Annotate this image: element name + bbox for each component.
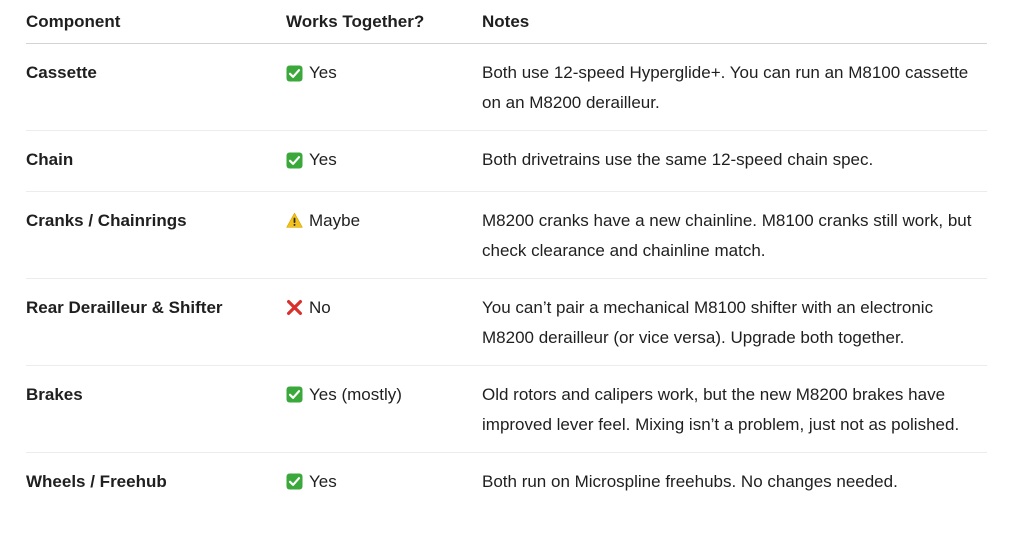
status-label: Yes (mostly) <box>309 384 402 404</box>
status: Yes (mostly) <box>286 380 402 410</box>
status: Yes <box>286 145 337 175</box>
header-row: Component Works Together? Notes <box>26 0 987 44</box>
table-row: Chain Yes Both drivetrains use the same … <box>26 130 987 192</box>
check-icon <box>286 152 303 169</box>
cross-icon <box>286 299 303 316</box>
status: No <box>286 293 331 323</box>
table-row: Rear Derailleur & Shifter No You can’t p… <box>26 278 987 366</box>
status: Yes <box>286 467 337 497</box>
notes-cell: Old rotors and calipers work, but the ne… <box>482 365 987 453</box>
header-works-together: Works Together? <box>286 0 482 44</box>
check-icon <box>286 386 303 403</box>
component-cell: Wheels / Freehub <box>26 471 167 491</box>
table-row: Cranks / Chainrings Maybe M8200 cranks h… <box>26 191 987 279</box>
table-row: Cassette Yes Both use 12-speed Hyperglid… <box>26 43 987 131</box>
table-header: Component Works Together? Notes <box>26 0 987 44</box>
notes-cell: Both use 12-speed Hyperglide+. You can r… <box>482 43 987 131</box>
status-cell: Yes <box>286 130 482 192</box>
component-cell: Cassette <box>26 43 286 131</box>
check-icon <box>286 473 303 490</box>
status-cell: Yes (mostly) <box>286 365 482 453</box>
component-cell: Rear Derailleur & Shifter <box>26 278 286 366</box>
status-cell: Yes <box>286 452 482 512</box>
component-cell: Brakes <box>26 365 286 453</box>
notes-cell: You can’t pair a mechanical M8100 shifte… <box>482 278 987 366</box>
status-cell: Maybe <box>286 191 482 279</box>
status-label: Yes <box>309 471 337 491</box>
component-cell: Cranks / Chainrings <box>26 191 286 279</box>
status-label: Yes <box>309 63 337 82</box>
status-cell: Yes <box>286 43 482 131</box>
status-label: Maybe <box>309 210 361 230</box>
notes-cell: Both drivetrains use the same 12-speed c… <box>482 130 987 192</box>
status: Yes <box>286 58 337 88</box>
header-notes: Notes <box>482 0 987 44</box>
component-cell: Chain <box>26 130 286 192</box>
header-component: Component <box>26 0 286 44</box>
notes-cell: M8200 cranks have a new chainline. M8100… <box>482 191 987 279</box>
warning-icon <box>286 212 303 229</box>
check-icon <box>286 65 303 82</box>
compatibility-table: Component Works Together? Notes Cassette… <box>26 0 987 512</box>
status: Maybe <box>286 206 360 236</box>
status-cell: No <box>286 278 482 366</box>
table-body: Cassette Yes Both use 12-speed Hyperglid… <box>26 43 987 513</box>
compatibility-table-wrapper: Component Works Together? Notes Cassette… <box>26 0 987 512</box>
table-row: Wheels / Freehub Yes Both run on Microsp… <box>26 452 987 512</box>
status-label: No <box>309 297 331 317</box>
status-label: Yes <box>309 150 337 169</box>
notes-cell: Both run on Microspline freehubs. No cha… <box>482 471 898 491</box>
table-row: Brakes Yes (mostly) Old rotors and calip… <box>26 365 987 453</box>
